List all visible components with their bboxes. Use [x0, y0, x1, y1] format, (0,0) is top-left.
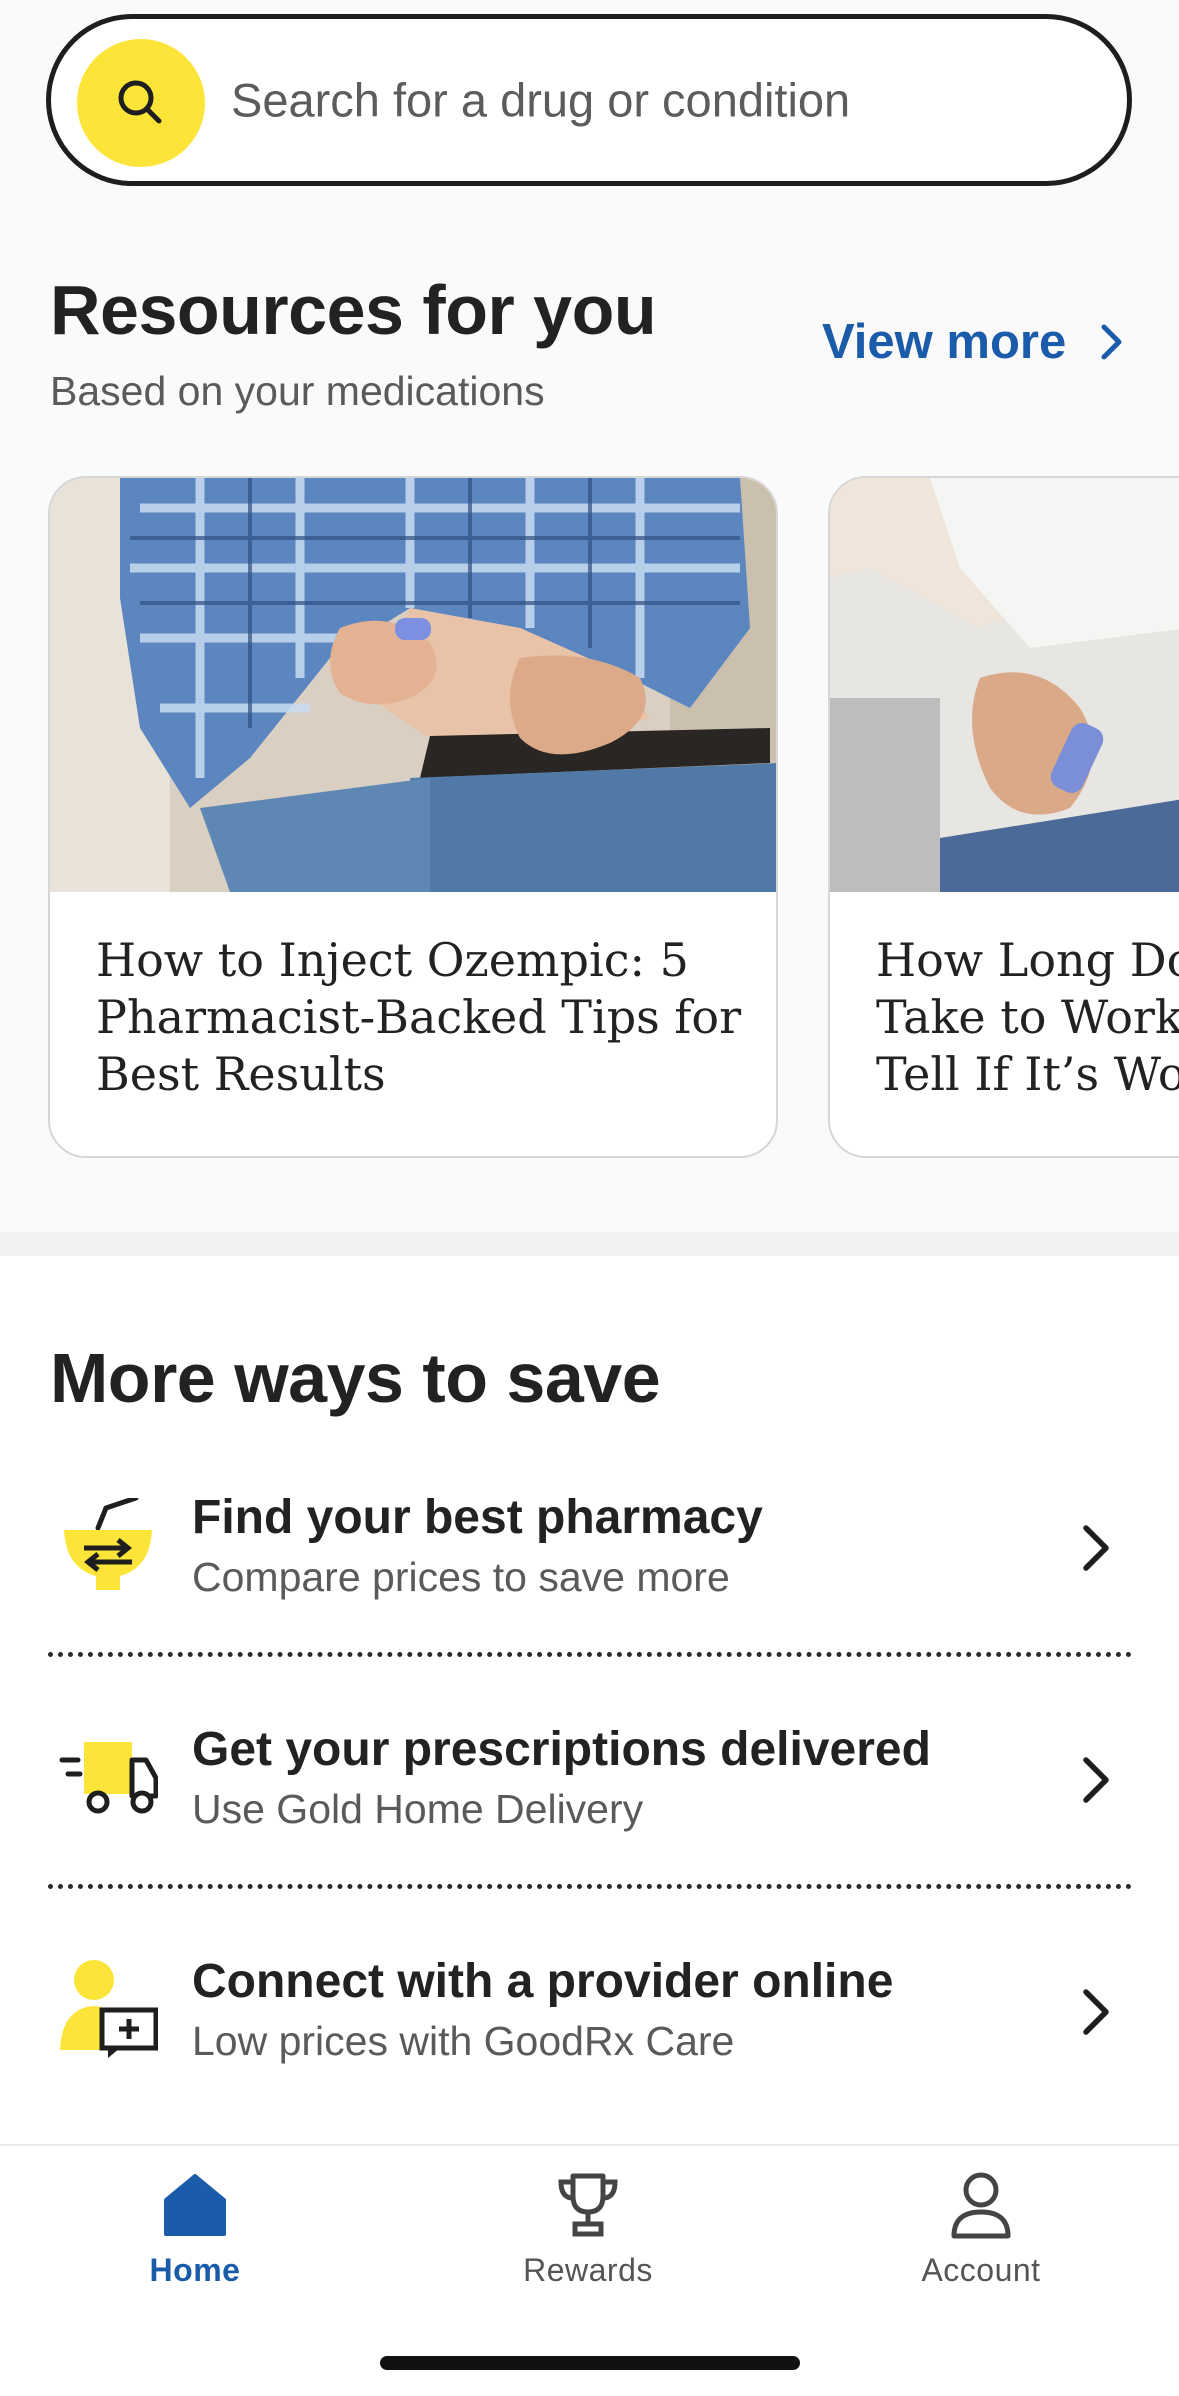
- save-item-pharmacy[interactable]: Find your best pharmacy Compare prices t…: [0, 1440, 1179, 1640]
- save-item-heading: Connect with a provider online: [192, 1955, 894, 2008]
- nav-label: Rewards: [523, 2252, 653, 2288]
- person-icon: [951, 2172, 1011, 2239]
- save-item-subtext: Use Gold Home Delivery: [192, 1786, 644, 1832]
- more-ways-title: More ways to save: [50, 1339, 661, 1417]
- save-item-subtext: Low prices with GoodRx Care: [192, 2018, 735, 2064]
- resources-title: Resources for you: [50, 271, 657, 349]
- view-more-label: View more: [822, 315, 1067, 369]
- resource-card-title-line: How Long Do: [876, 933, 1179, 987]
- chevron-right-icon: [1083, 1757, 1109, 1803]
- top-section: Search for a drug or condition Resources…: [0, 0, 1179, 1232]
- save-item-subtext: Compare prices to save more: [192, 1554, 730, 1600]
- resource-card[interactable]: How to Inject Ozempic: 5 Pharmacist-Back…: [48, 476, 778, 1158]
- chevron-right-icon: [1101, 324, 1122, 360]
- save-item-delivery[interactable]: Get your prescriptions delivered Use Gol…: [0, 1672, 1179, 1872]
- resource-card[interactable]: How Long Do Take to Work? Tell If It’s W…: [828, 476, 1179, 1158]
- resources-carousel[interactable]: How to Inject Ozempic: 5 Pharmacist-Back…: [0, 476, 1179, 1162]
- nav-item-home[interactable]: Home: [70, 2170, 320, 2320]
- view-more-link[interactable]: View more: [822, 314, 1124, 370]
- nav-label: Account: [921, 2252, 1041, 2288]
- trophy-icon: [558, 2173, 618, 2237]
- search-icon: [118, 80, 162, 124]
- save-item-heading: Get your prescriptions delivered: [192, 1723, 931, 1776]
- nav-item-account[interactable]: Account: [856, 2170, 1106, 2320]
- delivery-truck-icon: [59, 1742, 158, 1814]
- divider-dotted: [48, 1884, 1132, 1889]
- chevron-right-icon: [1083, 1989, 1109, 2035]
- search-input-placeholder[interactable]: Search for a drug or condition: [231, 73, 850, 128]
- nav-item-rewards[interactable]: Rewards: [463, 2170, 713, 2320]
- chevron-right-icon: [1083, 1525, 1109, 1571]
- section-divider: [0, 1232, 1179, 1256]
- resource-card-title-line: Tell If It’s Wor: [876, 1047, 1179, 1101]
- divider-dotted: [48, 1652, 1132, 1657]
- resource-card-title: How to Inject Ozempic: 5 Pharmacist-Back…: [96, 933, 742, 1101]
- home-indicator: [380, 2356, 800, 2370]
- save-item-heading: Find your best pharmacy: [192, 1491, 763, 1544]
- resource-card-image: [50, 478, 776, 892]
- nav-label: Home: [149, 2252, 241, 2288]
- resources-subtitle: Based on your medications: [50, 368, 545, 414]
- home-icon: [164, 2174, 226, 2236]
- resource-card-title: How Long Do Take to Work? Tell If It’s W…: [876, 932, 1179, 1103]
- provider-chat-icon: [60, 1960, 158, 2058]
- save-item-provider[interactable]: Connect with a provider online Low price…: [0, 1904, 1179, 2104]
- pharmacy-mortar-icon: [64, 1498, 152, 1590]
- resource-card-image: [830, 478, 1179, 892]
- search-bar[interactable]: Search for a drug or condition: [46, 14, 1132, 186]
- resource-card-title-line: Take to Work?: [876, 990, 1179, 1044]
- search-button[interactable]: [77, 39, 205, 167]
